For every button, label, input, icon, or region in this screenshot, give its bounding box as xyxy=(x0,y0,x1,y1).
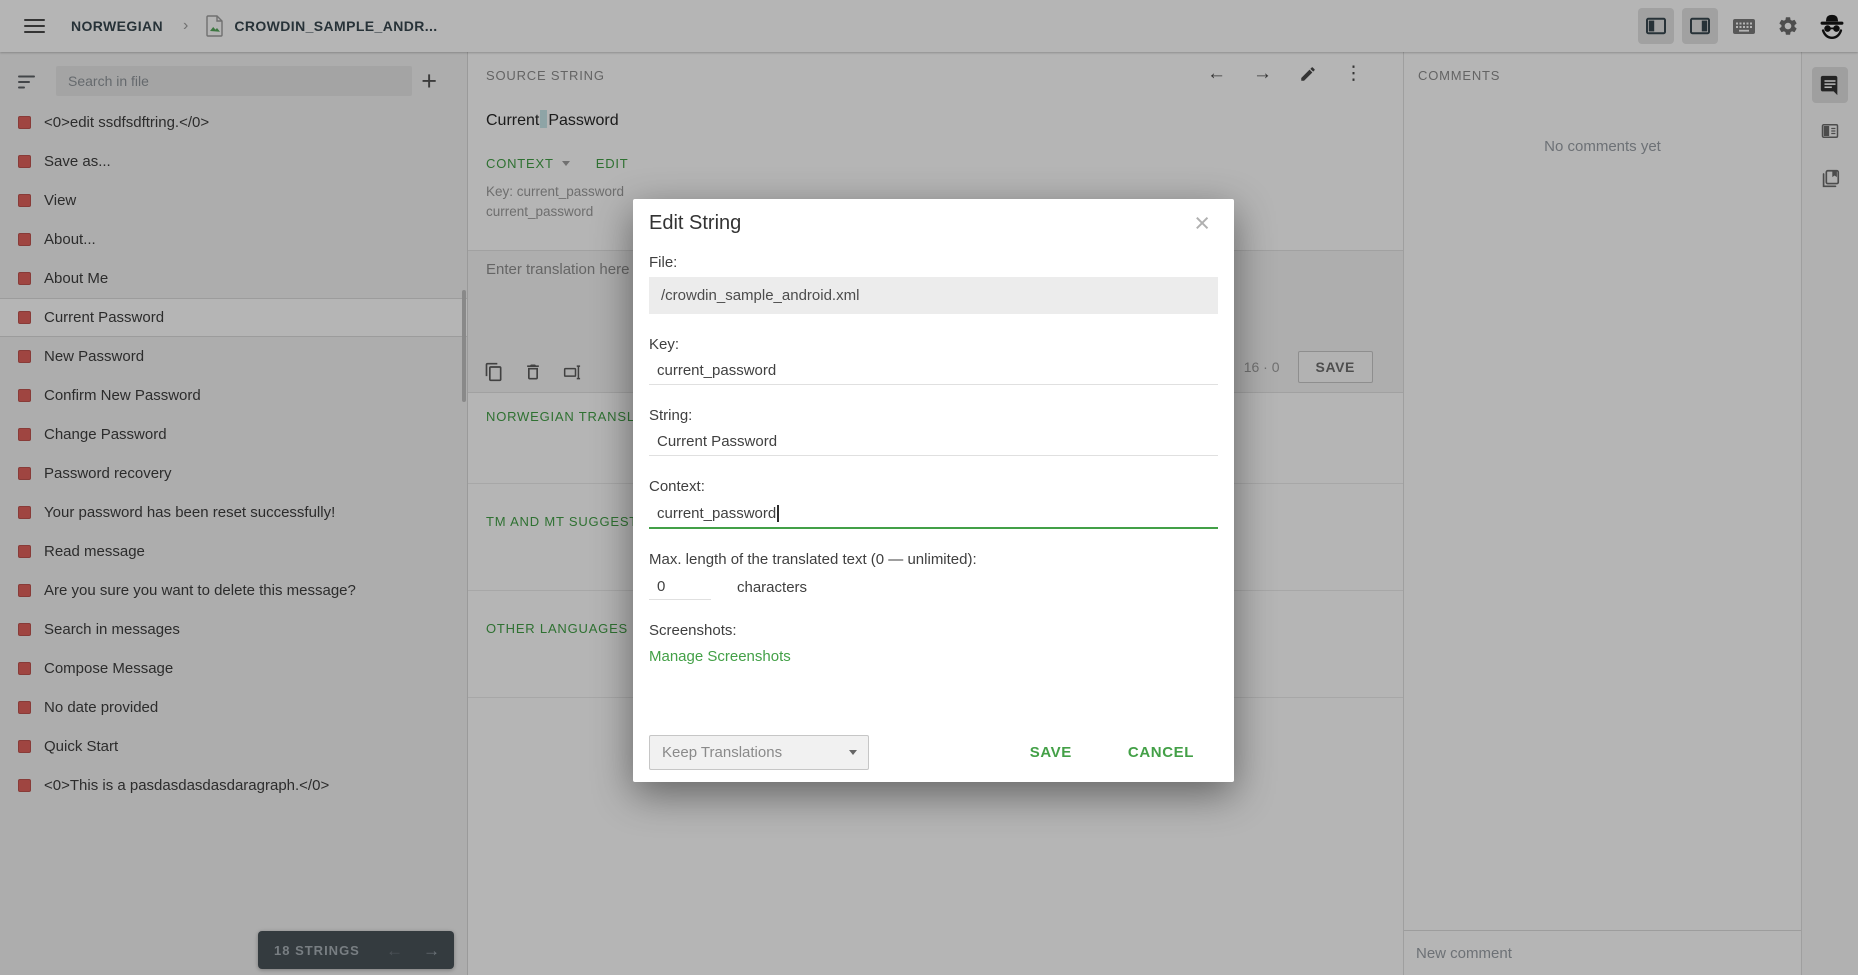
modal-title: Edit String xyxy=(649,199,1218,235)
context-label: Context: xyxy=(649,478,1218,495)
manage-screenshots-link[interactable]: Manage Screenshots xyxy=(649,648,791,665)
characters-suffix: characters xyxy=(737,579,807,596)
edit-string-modal: Edit String × File: Key: String: Context… xyxy=(633,199,1234,782)
close-icon[interactable]: × xyxy=(1188,209,1216,238)
max-length-input[interactable] xyxy=(649,574,711,600)
modal-actions: SAVE CANCEL xyxy=(1024,743,1200,762)
translations-mode-select-wrap: Keep Translations xyxy=(649,735,869,770)
text-caret xyxy=(777,505,779,522)
key-label: Key: xyxy=(649,336,1218,353)
max-length-label: Max. length of the translated text (0 — … xyxy=(649,551,1218,568)
context-input[interactable]: current_password xyxy=(649,499,1218,529)
modal-footer: Keep Translations SAVE CANCEL xyxy=(649,735,1200,770)
screenshots-label: Screenshots: xyxy=(649,622,1218,639)
modal-cancel-button[interactable]: CANCEL xyxy=(1122,743,1200,762)
keep-translations-select[interactable]: Keep Translations xyxy=(649,735,869,770)
string-label: String: xyxy=(649,407,1218,424)
crowdin-editor: NORWEGIAN › CROWDIN_SAMPLE_ANDR... xyxy=(0,0,1858,975)
string-input[interactable] xyxy=(649,428,1218,456)
key-input[interactable] xyxy=(649,357,1218,385)
file-label: File: xyxy=(649,254,1218,271)
modal-save-button[interactable]: SAVE xyxy=(1024,743,1078,762)
file-input[interactable] xyxy=(649,277,1218,314)
max-length-row: characters xyxy=(649,574,1218,600)
